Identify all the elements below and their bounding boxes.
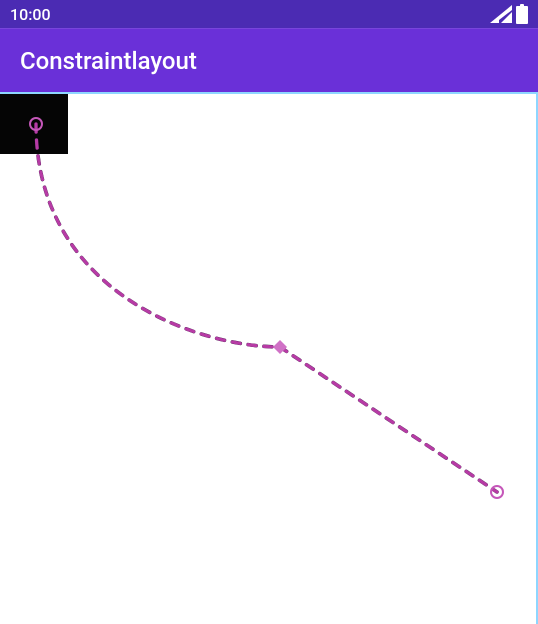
app-bar: Constraintlayout (0, 28, 538, 92)
path-keyframe-anchor[interactable] (273, 340, 287, 354)
signal-icon (490, 5, 512, 23)
motion-path (0, 94, 538, 624)
battery-icon (516, 4, 528, 24)
app-bar-title: Constraintlayout (20, 47, 197, 75)
status-icons (490, 4, 528, 24)
layout-canvas[interactable] (0, 92, 538, 624)
draggable-view[interactable] (0, 94, 68, 154)
status-time: 10:00 (10, 5, 51, 24)
status-bar: 10:00 (0, 0, 538, 28)
path-end-anchor[interactable] (491, 486, 503, 498)
